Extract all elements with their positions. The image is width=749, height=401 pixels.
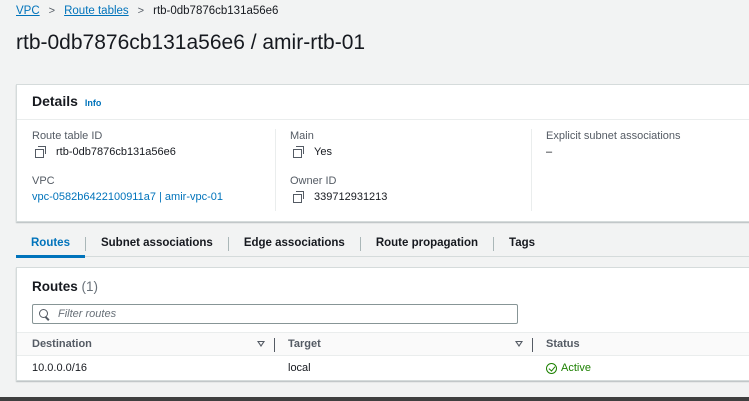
route-table-id-field: Route table ID rtb-0db7876cb131a56e6 [32,130,176,158]
breadcrumb: VPC > Route tables > rtb-0db7876cb131a56… [16,5,278,17]
table-header: Destination Target Status [17,332,749,356]
column-header-status[interactable]: Status [546,333,580,357]
route-destination: 10.0.0.0/16 [32,362,88,374]
routes-panel: Routes (1) Destination Target Status 10.… [16,267,749,381]
sort-down-icon[interactable] [257,341,265,347]
status-success-icon [546,362,557,374]
route-table-id-value: rtb-0db7876cb131a56e6 [56,146,176,158]
copy-icon[interactable] [293,191,305,203]
page-title: rtb-0db7876cb131a56e6 / amir-rtb-01 [16,31,366,54]
copy-icon[interactable] [293,146,305,158]
main-value: Yes [314,146,332,158]
chevron-right-icon: > [48,5,56,17]
details-column-3: Explicit subnet associations – [531,129,681,211]
filter-routes-input[interactable] [58,308,498,320]
owner-id-label: Owner ID [290,175,337,187]
details-title: Details [32,93,78,109]
routes-header: Routes (1) [32,279,98,294]
tab-routes[interactable]: Routes [16,231,85,258]
column-resize-handle[interactable] [274,338,275,352]
page: VPC > Route tables > rtb-0db7876cb131a56… [0,0,749,401]
tab-bar: Routes Subnet associations Edge associat… [16,231,749,258]
routes-table: Destination Target Status 10.0.0.0/16 lo… [17,332,749,380]
breadcrumb-route-tables-link[interactable]: Route tables [64,5,129,17]
tab-tags[interactable]: Tags [494,231,550,257]
search-icon [39,308,50,320]
owner-id-field: Owner ID 339712931213 [290,175,387,203]
tab-route-propagation[interactable]: Route propagation [361,231,493,257]
explicit-subnet-label: Explicit subnet associations [546,130,681,142]
table-row: 10.0.0.0/16 local Active [17,356,749,380]
route-status-label: Active [561,362,591,374]
main-field: Main Yes [290,130,332,158]
main-value-row: Yes [290,146,332,158]
main-label: Main [290,130,314,142]
tab-edge-associations[interactable]: Edge associations [229,231,360,257]
vpc-link[interactable]: vpc-0582b6422100911a7 | amir-vpc-01 [32,191,223,203]
details-panel: Details Info Route table ID rtb-0db7876c… [16,84,749,222]
sort-down-icon[interactable] [515,341,523,347]
route-table-id-value-row: rtb-0db7876cb131a56e6 [32,146,176,158]
window-bottom-bar [0,397,749,401]
vpc-field: VPC vpc-0582b6422100911a7 | amir-vpc-01 [32,175,223,203]
chevron-right-icon: > [137,5,145,17]
owner-id-value: 339712931213 [314,191,388,203]
tab-subnet-associations[interactable]: Subnet associations [86,231,228,257]
route-table-id-label: Route table ID [32,130,103,142]
copy-icon[interactable] [35,146,47,158]
filter-routes-box[interactable] [32,304,518,324]
breadcrumb-vpc-link[interactable]: VPC [16,5,40,17]
column-resize-handle[interactable] [532,338,533,352]
route-target: local [288,362,311,374]
owner-id-value-row: 339712931213 [290,191,387,203]
details-header: Details Info [17,85,749,120]
details-column-2: Main Yes Owner ID 339712931213 [275,129,387,211]
routes-title: Routes [32,279,78,294]
route-status: Active [546,356,591,380]
breadcrumb-current: rtb-0db7876cb131a56e6 [153,5,279,17]
column-header-destination[interactable]: Destination [32,333,92,357]
routes-count: (1) [81,279,99,294]
explicit-subnet-field: Explicit subnet associations – [546,130,681,158]
details-grid: Route table ID rtb-0db7876cb131a56e6 VPC… [17,120,749,220]
column-header-target[interactable]: Target [288,333,321,357]
info-link[interactable]: Info [85,98,102,108]
vpc-label: VPC [32,175,55,187]
vpc-value-row: vpc-0582b6422100911a7 | amir-vpc-01 [32,191,223,203]
explicit-subnet-value: – [546,146,553,158]
